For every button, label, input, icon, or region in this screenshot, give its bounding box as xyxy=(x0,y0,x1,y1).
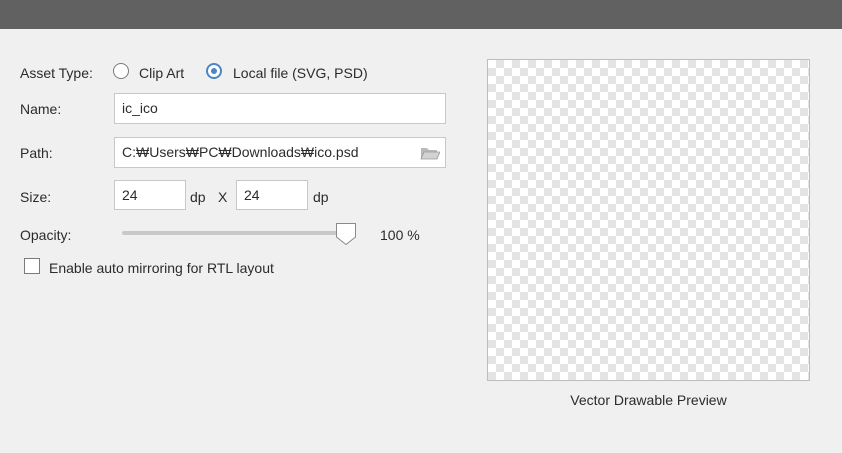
name-input[interactable]: ic_ico xyxy=(114,93,446,124)
folder-icon[interactable] xyxy=(420,145,440,161)
radio-clip-art-indicator[interactable] xyxy=(113,63,129,79)
radio-clip-art-label: Clip Art xyxy=(139,65,185,81)
radio-local-file[interactable]: Local file (SVG, PSD) xyxy=(206,62,381,84)
window-titlebar xyxy=(0,0,842,29)
opacity-slider-track[interactable] xyxy=(122,231,346,235)
auto-mirror-checkbox[interactable] xyxy=(24,258,40,274)
auto-mirror-option[interactable]: Enable auto mirroring for RTL layout xyxy=(24,257,314,279)
size-label: Size: xyxy=(20,189,52,205)
path-input[interactable]: C:₩Users₩PC₩Downloads₩ico.psd xyxy=(114,137,446,168)
name-label: Name: xyxy=(20,101,62,117)
opacity-label: Opacity: xyxy=(20,227,72,243)
size-separator: X xyxy=(218,189,228,205)
opacity-slider-thumb[interactable] xyxy=(335,222,357,246)
opacity-value: 100 % xyxy=(380,227,420,243)
vector-preview-canvas xyxy=(487,59,810,381)
opacity-slider[interactable] xyxy=(122,222,358,248)
width-unit: dp xyxy=(190,189,206,205)
preview-caption: Vector Drawable Preview xyxy=(570,392,727,408)
auto-mirror-label: Enable auto mirroring for RTL layout xyxy=(49,260,274,276)
width-input[interactable]: 24 xyxy=(114,180,186,210)
radio-clip-art[interactable]: Clip Art xyxy=(113,62,198,84)
height-input[interactable]: 24 xyxy=(236,180,308,210)
asset-type-label: Asset Type: xyxy=(20,65,93,81)
height-unit: dp xyxy=(313,189,329,205)
path-label: Path: xyxy=(20,145,53,161)
radio-local-file-indicator[interactable] xyxy=(206,63,222,79)
radio-local-file-label: Local file (SVG, PSD) xyxy=(233,65,368,81)
